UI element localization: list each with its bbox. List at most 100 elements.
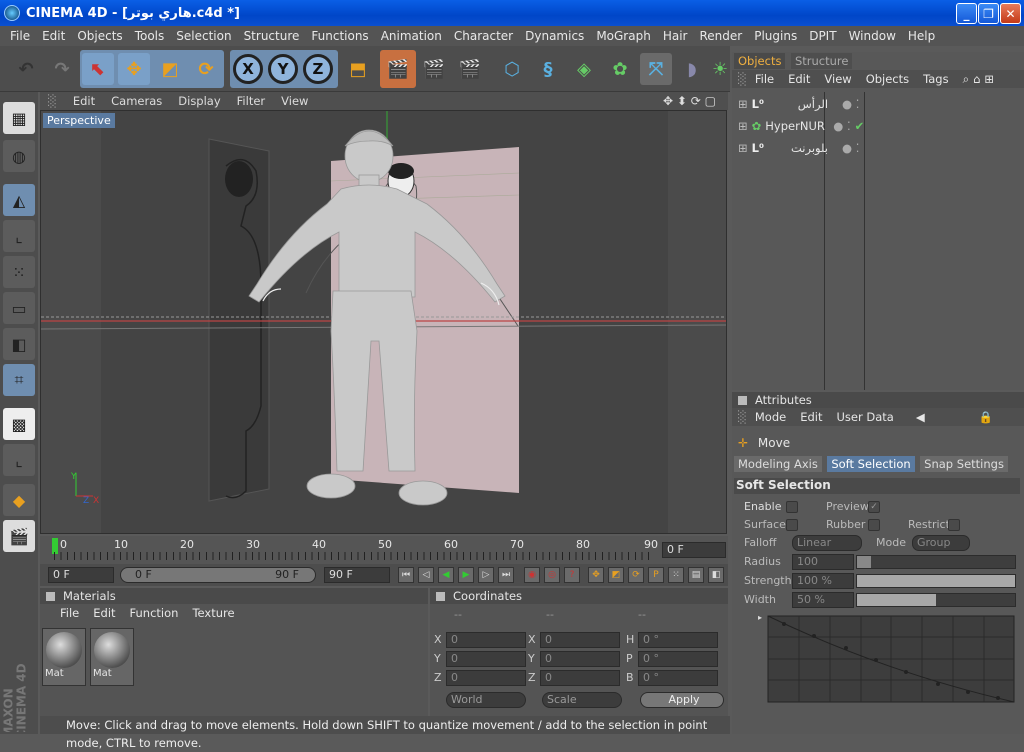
object-row[interactable]: ⊞ L⁰ بلوبرنت ● ⁚: [734, 138, 1024, 158]
radius-field[interactable]: 100: [792, 554, 854, 570]
coordinate-system-icon[interactable]: ⬒: [342, 53, 374, 85]
object-name[interactable]: HyperNURBS: [765, 119, 825, 133]
tab-objects[interactable]: Objects: [734, 53, 786, 69]
texture-axis-icon[interactable]: ⌞: [3, 444, 35, 476]
object-row[interactable]: ⊞ L⁰ الرأس ● ⁚: [734, 94, 1024, 114]
perspective-viewport[interactable]: Y X Z Perspective: [40, 110, 727, 534]
vp-menu-view[interactable]: View: [273, 94, 316, 108]
timeline-window-icon[interactable]: ◧: [708, 567, 724, 583]
falloff-dropdown[interactable]: Linear: [792, 535, 862, 551]
undo-icon[interactable]: ↶: [10, 53, 42, 85]
menu-help[interactable]: Help: [902, 29, 941, 43]
nurbs-object-icon[interactable]: ◈: [568, 53, 600, 85]
prev-key-icon[interactable]: ◁: [418, 567, 434, 583]
coord-value-field[interactable]: 0: [540, 632, 620, 648]
deformer-icon[interactable]: ⤧: [640, 53, 672, 85]
key-rotation-icon[interactable]: ⟳: [628, 567, 644, 583]
menu-edit[interactable]: Edit: [36, 29, 71, 43]
animation-mode-icon[interactable]: ⌗: [3, 364, 35, 396]
range-slider[interactable]: 0 F 90 F: [120, 567, 316, 583]
next-key-icon[interactable]: ▷: [478, 567, 494, 583]
snap-icon[interactable]: ◆: [3, 484, 35, 516]
width-field[interactable]: 50 %: [792, 592, 854, 608]
scene-object-icon[interactable]: ◗: [676, 53, 708, 85]
render-picture-viewer-icon[interactable]: 🎬: [418, 53, 450, 85]
visibility-dots-icon[interactable]: ● ⁚: [833, 119, 850, 133]
mode-dropdown[interactable]: Group: [912, 535, 970, 551]
render-region-icon[interactable]: 🎬: [3, 520, 35, 552]
width-slider[interactable]: [856, 593, 1016, 607]
timeline-ruler[interactable]: 0 10 20 30 40 50 60 70 80 90 0 F: [40, 536, 728, 564]
strength-field[interactable]: 100 %: [792, 573, 854, 589]
vp-menu-filter[interactable]: Filter: [229, 94, 273, 108]
back-arrow-icon[interactable]: ◀: [916, 410, 925, 424]
coord-value-field[interactable]: 0: [446, 632, 526, 648]
vp-menu-display[interactable]: Display: [170, 94, 228, 108]
material-swatch[interactable]: Mat: [90, 628, 134, 686]
play-icon[interactable]: ▶: [458, 567, 474, 583]
array-object-icon[interactable]: ✿: [604, 53, 636, 85]
mat-menu-file[interactable]: File: [60, 606, 79, 620]
falloff-curve-graph[interactable]: ▸: [754, 612, 1018, 706]
coord-value-field[interactable]: 0: [540, 651, 620, 667]
render-settings-icon[interactable]: 🎬: [454, 53, 486, 85]
obj-menu-view[interactable]: View: [824, 72, 851, 86]
texture-mode-icon[interactable]: ▩: [3, 408, 35, 440]
play-back-icon[interactable]: ◀: [438, 567, 454, 583]
menu-render[interactable]: Render: [693, 29, 748, 43]
obj-menu-tags[interactable]: Tags: [923, 72, 948, 86]
mat-menu-edit[interactable]: Edit: [93, 606, 115, 620]
attr-menu-edit[interactable]: Edit: [800, 410, 822, 424]
lock-icon[interactable]: 🔒: [979, 410, 993, 424]
radius-slider[interactable]: [856, 555, 1016, 569]
view-navigation-icons[interactable]: ✥ ⬍ ⟳ ▢: [655, 94, 724, 108]
start-frame-field[interactable]: 0 F: [48, 567, 114, 583]
object-axis-icon[interactable]: ⌞: [3, 220, 35, 252]
material-swatch[interactable]: Mat: [42, 628, 86, 686]
menu-file[interactable]: File: [4, 29, 36, 43]
vp-menu-edit[interactable]: Edit: [65, 94, 103, 108]
tab-structure[interactable]: Structure: [790, 53, 853, 69]
menu-hair[interactable]: Hair: [657, 29, 694, 43]
key-scale-icon[interactable]: ◩: [608, 567, 624, 583]
auto-key-icon[interactable]: ◎: [544, 567, 560, 583]
menu-objects[interactable]: Objects: [71, 29, 128, 43]
y-axis-lock-icon[interactable]: Y: [268, 54, 298, 84]
enabled-check-icon[interactable]: ✔: [855, 119, 865, 133]
rubber-checkbox[interactable]: [868, 519, 880, 531]
obj-menu-file[interactable]: File: [755, 72, 774, 86]
goto-start-icon[interactable]: ⏮: [398, 567, 414, 583]
x-axis-lock-icon[interactable]: X: [233, 54, 263, 84]
menu-structure[interactable]: Structure: [238, 29, 306, 43]
key-options-icon[interactable]: ▤: [688, 567, 704, 583]
tab-modeling-axis[interactable]: Modeling Axis: [734, 456, 822, 472]
model-mode-icon[interactable]: ◭: [3, 184, 35, 216]
menu-animation[interactable]: Animation: [375, 29, 448, 43]
object-row[interactable]: ⊞ ✿ HyperNURBS ● ⁚ ✔: [734, 116, 1024, 136]
tab-snap-settings[interactable]: Snap Settings: [920, 456, 1008, 472]
search-icon[interactable]: ⌕: [963, 72, 969, 87]
edges-mode-icon[interactable]: ▭: [3, 292, 35, 324]
coord-value-field[interactable]: 0 °: [638, 670, 718, 686]
scale-dropdown[interactable]: Scale: [542, 692, 622, 708]
object-name[interactable]: بلوبرنت: [768, 141, 828, 155]
coord-value-field[interactable]: 0 °: [638, 651, 718, 667]
mat-menu-texture[interactable]: Texture: [192, 606, 234, 620]
strength-slider[interactable]: [856, 574, 1016, 588]
apply-button[interactable]: Apply: [640, 692, 724, 708]
coord-value-field[interactable]: 0: [446, 670, 526, 686]
workplane-icon[interactable]: ◍: [3, 140, 35, 172]
tab-soft-selection[interactable]: Soft Selection: [827, 456, 915, 472]
expand-icon[interactable]: ⊞: [738, 97, 748, 111]
rotate-tool-icon[interactable]: ⟳: [190, 53, 222, 85]
menu-tools[interactable]: Tools: [129, 29, 171, 43]
end-frame-field[interactable]: 90 F: [324, 567, 390, 583]
menu-selection[interactable]: Selection: [170, 29, 237, 43]
menu-dpit[interactable]: DPIT: [803, 29, 842, 43]
preview-checkbox[interactable]: ✓: [868, 501, 880, 513]
menu-plugins[interactable]: Plugins: [748, 29, 803, 43]
redo-icon[interactable]: ↷: [46, 53, 78, 85]
restrict-checkbox[interactable]: [948, 519, 960, 531]
menu-window[interactable]: Window: [843, 29, 902, 43]
record-keys-icon[interactable]: ◉: [524, 567, 540, 583]
